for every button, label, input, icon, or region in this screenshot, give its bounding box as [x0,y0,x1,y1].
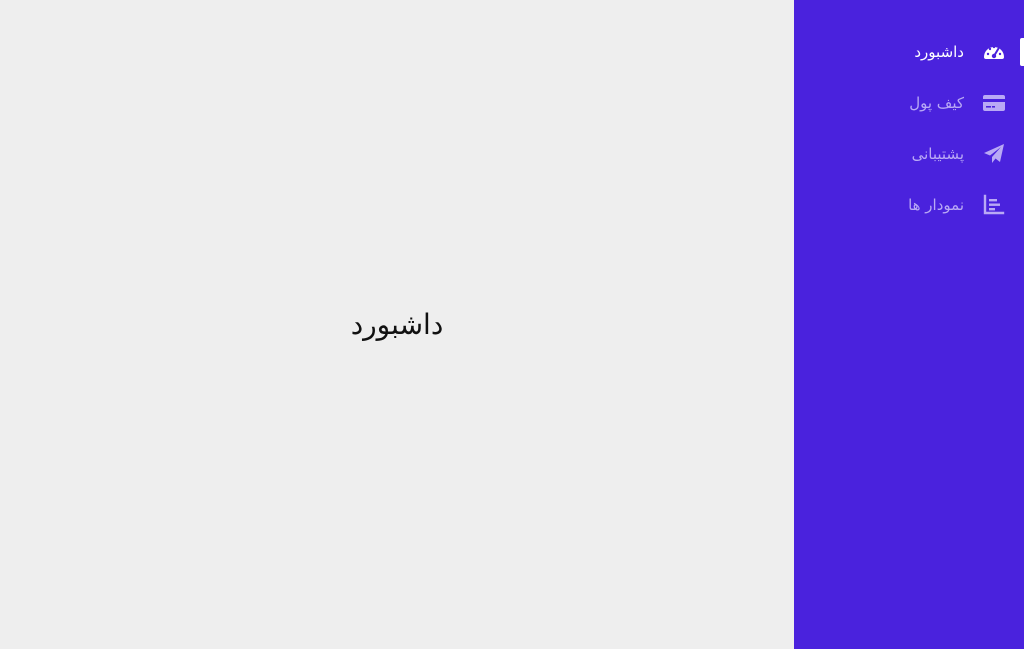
credit-card-icon [982,92,1006,114]
sidebar-item-charts[interactable]: نمودار ها [794,185,1024,225]
bar-chart-icon [982,194,1006,216]
main-content: داشبورد [0,0,794,649]
sidebar: داشبورد کیف پول پشتیبانی نمودار ها [794,0,1024,649]
paper-plane-icon [982,143,1006,165]
dashboard-gauge-icon [982,41,1006,63]
sidebar-item-support[interactable]: پشتیبانی [794,134,1024,174]
active-indicator [1020,38,1024,66]
sidebar-item-wallet[interactable]: کیف پول [794,83,1024,123]
sidebar-item-label: پشتیبانی [911,145,964,163]
sidebar-item-label: کیف پول [909,94,964,112]
app-window: داشبورد داشبورد کیف پول پشتیبانی نمودار … [0,0,1024,649]
sidebar-item-label: نمودار ها [908,196,964,214]
page-title: داشبورد [350,308,444,341]
sidebar-item-label: داشبورد [914,43,964,61]
sidebar-item-dashboard[interactable]: داشبورد [794,32,1024,72]
